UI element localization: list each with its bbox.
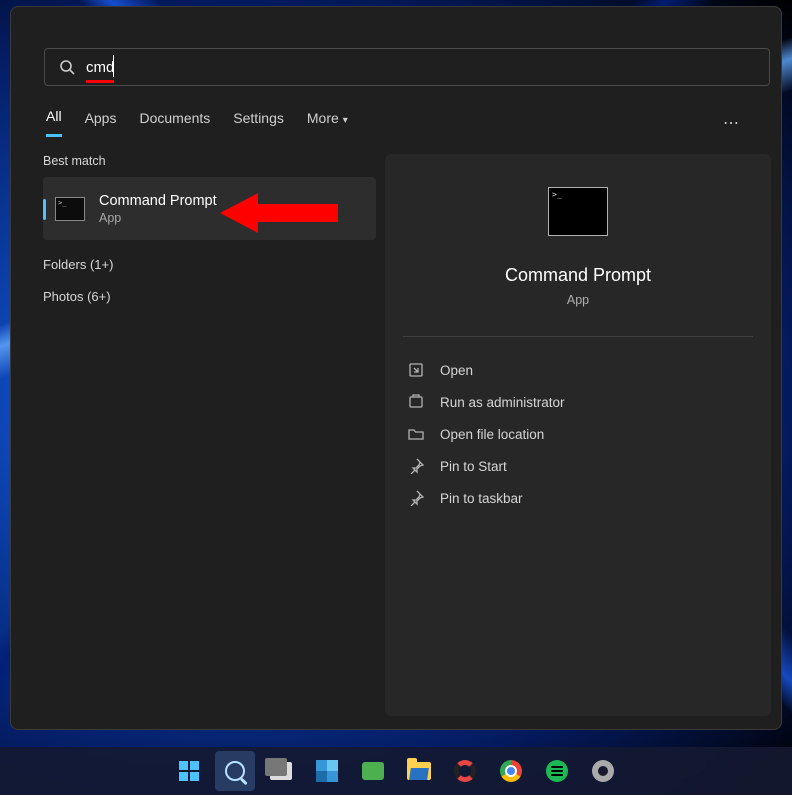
details-subtitle: App — [408, 293, 748, 307]
widgets-button[interactable] — [307, 751, 347, 791]
chat-icon — [362, 762, 384, 780]
pin-icon — [408, 490, 424, 506]
action-label: Pin to taskbar — [440, 491, 523, 506]
tab-settings[interactable]: Settings — [233, 110, 284, 136]
category-folders[interactable]: Folders (1+) — [43, 257, 376, 272]
tab-all[interactable]: All — [46, 108, 62, 137]
result-title: Command Prompt — [99, 192, 217, 211]
overflow-menu[interactable]: ⋯ — [723, 113, 741, 133]
spotify-icon — [546, 760, 568, 782]
action-pin-taskbar[interactable]: Pin to taskbar — [408, 482, 748, 514]
divider — [403, 336, 753, 337]
action-pin-start[interactable]: Pin to Start — [408, 450, 748, 482]
pin-icon — [408, 458, 424, 474]
search-input[interactable] — [86, 59, 755, 76]
category-photos[interactable]: Photos (6+) — [43, 289, 376, 304]
spotify-button[interactable] — [537, 751, 577, 791]
text-caret — [113, 55, 114, 77]
task-view-button[interactable] — [261, 751, 301, 791]
action-open[interactable]: Open — [408, 354, 748, 386]
action-label: Run as administrator — [440, 395, 565, 410]
action-label: Open file location — [440, 427, 544, 442]
chrome-icon — [500, 760, 522, 782]
taskbar-app-1[interactable] — [445, 751, 485, 791]
search-icon — [59, 59, 75, 75]
file-explorer-button[interactable] — [399, 751, 439, 791]
start-button[interactable] — [169, 751, 209, 791]
settings-button[interactable] — [583, 751, 623, 791]
results-column: Best match Command Prompt App Folders (1… — [43, 154, 376, 304]
chrome-button[interactable] — [491, 751, 531, 791]
action-label: Pin to Start — [440, 459, 507, 474]
tab-apps[interactable]: Apps — [85, 110, 117, 136]
chat-button[interactable] — [353, 751, 393, 791]
selection-indicator — [43, 199, 46, 220]
open-icon — [408, 362, 424, 378]
filter-tabs: All Apps Documents Settings More▾ — [46, 108, 348, 137]
folder-icon — [408, 426, 424, 442]
tab-more[interactable]: More▾ — [307, 110, 348, 136]
taskbar — [0, 747, 792, 795]
details-pane: Command Prompt App Open Run as administr… — [385, 154, 771, 716]
task-view-icon — [270, 762, 292, 780]
command-prompt-icon — [548, 187, 608, 236]
widgets-icon — [316, 760, 338, 782]
command-prompt-icon — [55, 197, 85, 221]
search-icon — [225, 761, 245, 781]
action-open-location[interactable]: Open file location — [408, 418, 748, 450]
taskbar-search-button[interactable] — [215, 751, 255, 791]
action-label: Open — [440, 363, 473, 378]
tab-documents[interactable]: Documents — [139, 110, 210, 136]
best-match-label: Best match — [43, 154, 376, 168]
gear-icon — [592, 760, 614, 782]
result-command-prompt[interactable]: Command Prompt App — [43, 177, 376, 240]
windows-icon — [179, 761, 199, 781]
spellcheck-underline — [86, 80, 114, 83]
start-search-panel: All Apps Documents Settings More▾ ⋯ Best… — [10, 6, 782, 730]
chevron-down-icon: ▾ — [343, 115, 348, 126]
details-title: Command Prompt — [408, 265, 748, 286]
shield-icon — [408, 394, 424, 410]
folder-icon — [407, 762, 431, 780]
app-icon — [454, 760, 476, 782]
search-box[interactable] — [44, 48, 770, 86]
result-subtitle: App — [99, 211, 217, 225]
action-run-admin[interactable]: Run as administrator — [408, 386, 748, 418]
